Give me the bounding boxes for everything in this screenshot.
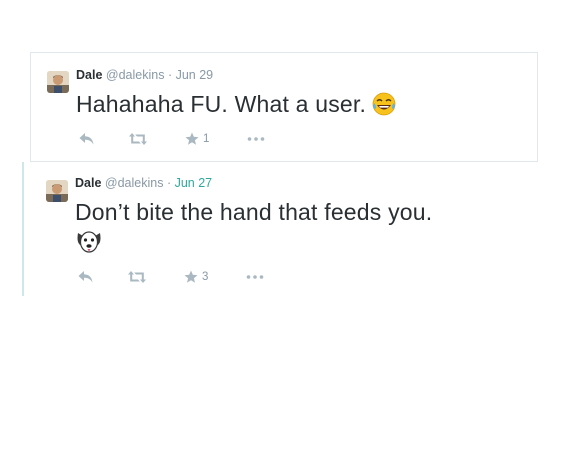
avatar-image	[46, 180, 68, 202]
tweet-header: Dale @dalekins · Jun 27	[75, 175, 212, 191]
timeline: Dale @dalekins · Jun 29 Hahahaha FU. Wha…	[0, 0, 564, 450]
more-dots-icon	[247, 137, 265, 141]
tweet-date[interactable]: Jun 27	[175, 176, 213, 190]
separator: ·	[166, 176, 172, 190]
face-with-tears-of-joy-icon	[372, 92, 396, 122]
retweet-icon	[129, 133, 147, 145]
more-button[interactable]	[246, 269, 264, 285]
star-icon	[184, 270, 198, 283]
avatar-image	[47, 71, 69, 93]
tweet-text: Hahahaha FU. What a user.	[76, 90, 396, 122]
tweet-text-content: Hahahaha FU. What a user.	[76, 91, 367, 117]
tweet-date[interactable]: Jun 29	[176, 68, 214, 82]
retweet-button[interactable]	[128, 269, 146, 285]
reply-icon	[79, 133, 94, 145]
retweet-icon	[128, 271, 146, 283]
tweet-header: Dale @dalekins · Jun 29	[76, 67, 213, 83]
avatar[interactable]	[47, 71, 69, 93]
tweet-text: Don’t bite the hand that feeds you.	[75, 198, 432, 226]
author-name[interactable]: Dale	[76, 68, 102, 82]
reply-button[interactable]	[79, 131, 95, 147]
more-dots-icon	[246, 275, 264, 279]
tweet-text-content: Don’t bite the hand that feeds you.	[75, 199, 433, 225]
favorite-count: 1	[203, 133, 210, 145]
reply-button[interactable]	[78, 269, 94, 285]
favorite-button[interactable]: 3	[184, 269, 208, 285]
author-name[interactable]: Dale	[75, 176, 101, 190]
dog-face-icon	[75, 228, 103, 261]
retweet-button[interactable]	[129, 131, 147, 147]
more-button[interactable]	[247, 131, 265, 147]
favorite-count: 3	[202, 271, 209, 283]
favorite-button[interactable]: 1	[185, 131, 209, 147]
separator: ·	[167, 68, 173, 82]
reply-icon	[78, 271, 93, 283]
author-handle[interactable]: @dalekins	[105, 176, 164, 190]
tweet[interactable]: Dale @dalekins · Jun 27 Don’t bite the h…	[22, 162, 564, 296]
star-icon	[185, 132, 199, 145]
avatar[interactable]	[46, 180, 68, 202]
tweet[interactable]: Dale @dalekins · Jun 29 Hahahaha FU. Wha…	[30, 52, 538, 162]
author-handle[interactable]: @dalekins	[106, 68, 165, 82]
